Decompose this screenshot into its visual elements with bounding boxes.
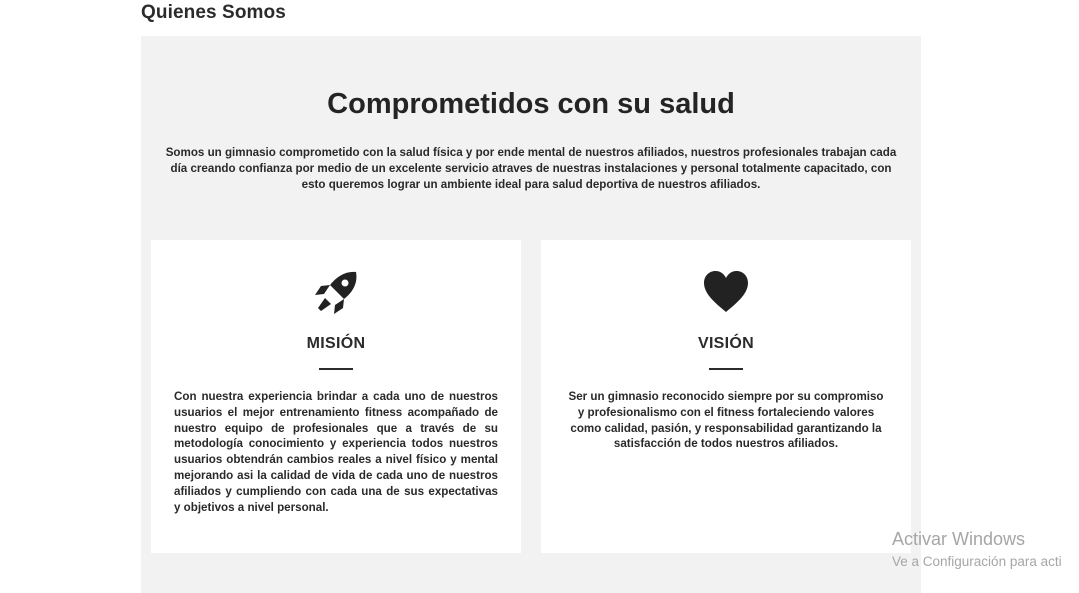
hero-title: Comprometidos con su salud xyxy=(327,88,735,120)
vision-title: VISIÓN xyxy=(697,335,755,352)
activation-watermark-title: Activar Windows xyxy=(892,529,1026,549)
mision-card: MISIÓN Con nuestra experiencia brindar a… xyxy=(151,240,521,553)
vision-divider xyxy=(709,368,743,370)
about-panel: Comprometidos con su salud Somos un gimn… xyxy=(141,36,921,593)
vision-card: VISIÓN Ser un gimnasio reconocido siempr… xyxy=(541,240,911,553)
vision-text: Ser un gimnasio reconocido siempre por s… xyxy=(568,390,884,451)
activation-watermark-subtitle: Ve a Configuración para acti xyxy=(892,554,1062,569)
heart-icon xyxy=(541,270,911,316)
mision-text: Con nuestra experiencia brindar a cada u… xyxy=(174,390,498,514)
page-heading: Quienes Somos xyxy=(141,2,286,23)
rocket-icon xyxy=(151,270,521,316)
mision-divider xyxy=(319,368,353,370)
mision-title: MISIÓN xyxy=(306,335,366,352)
hero-description: Somos un gimnasio comprometido con la sa… xyxy=(165,146,897,191)
